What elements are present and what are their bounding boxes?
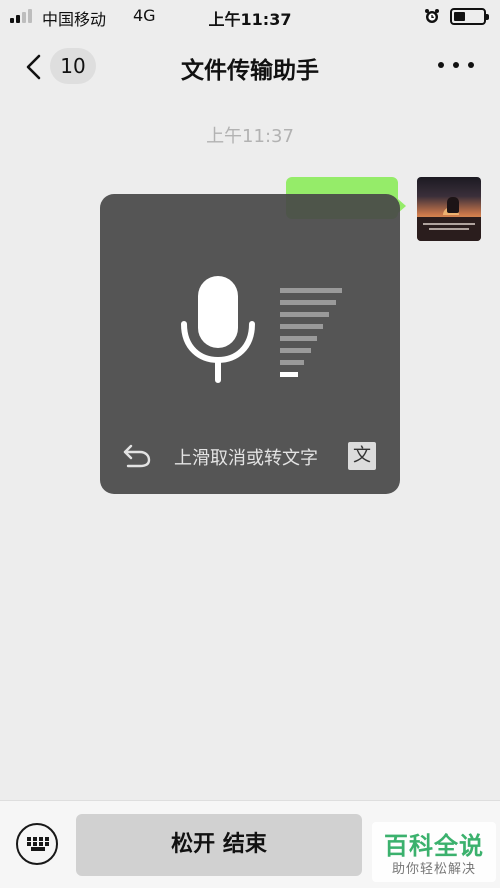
watermark-logo: 百科全说 助你轻松解决 — [372, 822, 496, 882]
more-options-button[interactable] — [438, 58, 474, 72]
status-bar: 中国移动 4G 上午11:37 — [0, 0, 500, 34]
volume-level-bar — [280, 360, 304, 365]
page-title: 文件传输助手 — [181, 58, 319, 84]
watermark-title: 百科全说 — [384, 832, 484, 860]
volume-level-bar — [280, 336, 317, 341]
alarm-clock-icon — [425, 9, 439, 23]
convert-to-text-button[interactable]: 文 — [348, 442, 376, 470]
volume-level-bar — [280, 288, 342, 293]
hold-to-talk-button[interactable]: 松开 结束 — [76, 814, 362, 876]
volume-level-bar — [280, 372, 298, 377]
volume-level-bar — [280, 324, 323, 329]
cancel-hint: 上滑取消或转文字 — [174, 448, 318, 469]
chat-timestamp: 上午11:37 — [206, 126, 294, 147]
keyboard-icon — [27, 837, 49, 851]
nav-bar: 10 文件传输助手 — [0, 34, 500, 100]
volume-level-bar — [280, 300, 336, 305]
voice-recording-overlay: 上滑取消或转文字 文 — [100, 194, 400, 494]
more-dots-icon — [438, 62, 444, 68]
volume-level-bar — [280, 312, 329, 317]
volume-level-bar — [280, 348, 311, 353]
keyboard-toggle-button[interactable] — [16, 823, 58, 865]
volume-level-bars — [280, 288, 346, 384]
battery-icon — [450, 8, 489, 25]
microphone-icon — [181, 276, 255, 383]
undo-arrow-icon — [123, 444, 151, 468]
watermark-subtitle: 助你轻松解决 — [391, 862, 476, 877]
avatar[interactable] — [417, 177, 481, 241]
